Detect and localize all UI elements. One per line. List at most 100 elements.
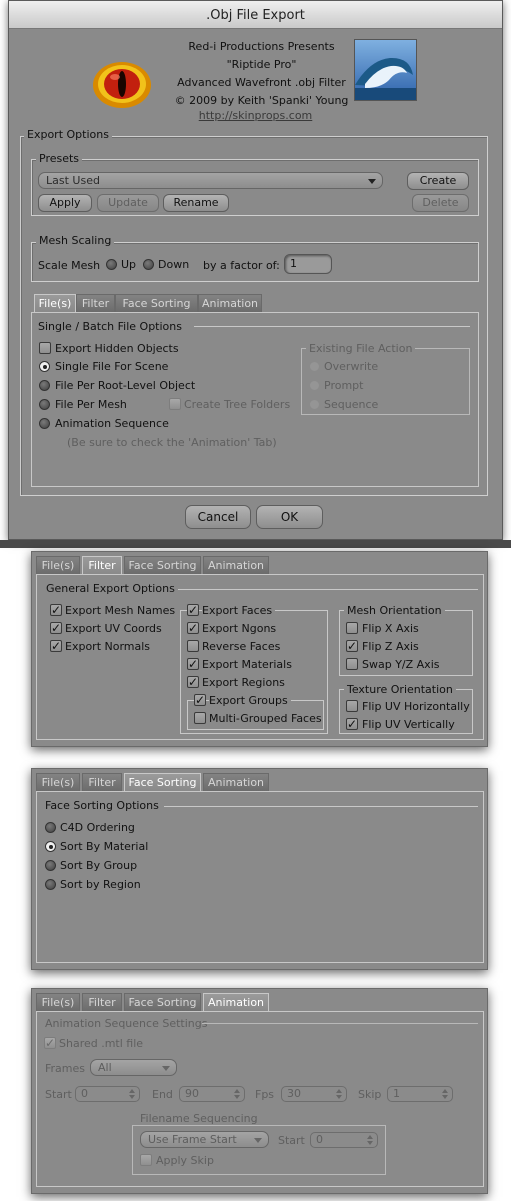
chevron-down-icon <box>162 1066 170 1071</box>
export-hidden-checkbox[interactable] <box>39 342 51 354</box>
delete-preset-button[interactable]: Delete <box>412 194 469 212</box>
export-ngons-checkbox[interactable]: ✓ <box>187 622 199 634</box>
scale-factor-input[interactable]: 1 <box>284 254 332 274</box>
end-input[interactable]: 90 <box>179 1086 245 1102</box>
skip-input[interactable]: 1 <box>387 1086 453 1102</box>
presets-title: Presets <box>36 153 83 165</box>
tab-face-sorting[interactable]: Face Sorting <box>124 556 201 574</box>
swap-yz-label: Swap Y/Z Axis <box>362 658 440 671</box>
tab-animation[interactable]: Animation <box>203 993 269 1011</box>
frames-select[interactable]: All <box>90 1059 177 1076</box>
export-faces-label: Export Faces <box>202 604 276 617</box>
face-sorting-tab-panel: File(s) Filter Face Sorting Animation Fa… <box>31 768 488 970</box>
file-per-root-label: File Per Root-Level Object <box>55 379 196 392</box>
filename-start-input[interactable]: 0 <box>310 1132 378 1148</box>
sort-region-radio[interactable] <box>45 879 56 890</box>
single-batch-title: Single / Batch File Options <box>38 320 182 333</box>
export-uv-coords-checkbox[interactable]: ✓ <box>50 622 62 634</box>
flip-uv-h-label: Flip UV Horizontally <box>362 700 470 713</box>
tab-face-sorting[interactable]: Face Sorting <box>115 294 198 312</box>
create-tree-label: Create Tree Folders <box>184 398 291 411</box>
file-per-mesh-radio[interactable] <box>39 399 50 410</box>
file-per-mesh-label: File Per Mesh <box>55 398 127 411</box>
sort-region-label: Sort by Region <box>60 878 141 891</box>
tab-filter[interactable]: Filter <box>82 993 122 1011</box>
flip-z-checkbox[interactable]: ✓ <box>346 640 358 652</box>
sort-material-label: Sort By Material <box>60 840 149 853</box>
tab-filter[interactable]: Filter <box>82 773 122 791</box>
export-mesh-names-checkbox[interactable]: ✓ <box>50 604 62 616</box>
spin-up-icon <box>367 1135 373 1139</box>
face-sorting-rule <box>164 806 478 807</box>
sort-group-radio[interactable] <box>45 860 56 871</box>
multi-grouped-checkbox[interactable] <box>194 712 206 724</box>
window-title: .Obj File Export <box>9 1 502 29</box>
c4d-ordering-label: C4D Ordering <box>60 821 135 834</box>
scale-down-label: Down <box>158 258 190 271</box>
apply-skip-label: Apply Skip <box>156 1154 214 1167</box>
rename-preset-button[interactable]: Rename <box>163 194 229 212</box>
tab-animation[interactable]: Animation <box>203 556 269 574</box>
apply-skip-checkbox[interactable] <box>140 1154 152 1166</box>
export-normals-checkbox[interactable]: ✓ <box>50 640 62 652</box>
tab-filter[interactable]: Filter <box>76 294 115 312</box>
tab-files[interactable]: File(s) <box>34 294 76 312</box>
sequence-label: Sequence <box>324 398 379 411</box>
flip-z-label: Flip Z Axis <box>362 640 419 653</box>
spin-up-icon <box>234 1089 240 1093</box>
start-label: Start <box>45 1088 72 1101</box>
website-link[interactable]: http://skinprops.com <box>199 109 313 122</box>
update-preset-button[interactable]: Update <box>97 194 159 212</box>
factor-label: by a factor of: <box>203 259 280 272</box>
export-faces-checkbox[interactable]: ✓ <box>187 604 199 616</box>
prompt-label: Prompt <box>324 379 364 392</box>
tab-animation[interactable]: Animation <box>198 294 262 312</box>
mesh-orientation-title: Mesh Orientation <box>344 604 445 617</box>
fps-label: Fps <box>255 1088 275 1101</box>
create-tree-checkbox[interactable] <box>169 398 181 410</box>
swap-yz-checkbox[interactable] <box>346 658 358 670</box>
sort-material-radio[interactable] <box>45 841 56 852</box>
tab-face-sorting[interactable]: Face Sorting <box>124 773 201 791</box>
export-hidden-label: Export Hidden Objects <box>55 342 179 355</box>
create-preset-button[interactable]: Create <box>407 172 469 190</box>
cancel-button[interactable]: Cancel <box>185 505 251 529</box>
sequence-radio[interactable] <box>309 399 320 410</box>
export-materials-checkbox[interactable]: ✓ <box>187 658 199 670</box>
fps-input[interactable]: 30 <box>281 1086 347 1102</box>
export-groups-label: Export Groups <box>209 694 291 707</box>
export-groups-checkbox[interactable]: ✓ <box>194 694 206 706</box>
flip-uv-h-checkbox[interactable] <box>346 700 358 712</box>
single-file-radio[interactable] <box>39 361 50 372</box>
apply-preset-button[interactable]: Apply <box>38 194 92 212</box>
export-mesh-names-label: Export Mesh Names <box>65 604 176 617</box>
tab-files[interactable]: File(s) <box>36 773 80 791</box>
start-input[interactable]: 0 <box>75 1086 140 1102</box>
filename-seq-select[interactable]: Use Frame Start <box>140 1131 269 1148</box>
animation-sequence-label: Animation Sequence <box>55 417 169 430</box>
shared-mtl-checkbox[interactable]: ✓ <box>44 1037 56 1049</box>
scale-mesh-label: Scale Mesh <box>38 259 101 272</box>
scale-down-radio[interactable] <box>143 259 154 270</box>
end-label: End <box>152 1088 173 1101</box>
tab-animation[interactable]: Animation <box>203 773 269 791</box>
scale-up-radio[interactable] <box>106 259 117 270</box>
reverse-faces-checkbox[interactable] <box>187 640 199 652</box>
overwrite-radio[interactable] <box>309 361 320 372</box>
tab-files[interactable]: File(s) <box>36 993 80 1011</box>
flip-uv-v-label: Flip UV Vertically <box>362 718 455 731</box>
tab-face-sorting[interactable]: Face Sorting <box>124 993 201 1011</box>
flip-x-checkbox[interactable] <box>346 622 358 634</box>
file-per-root-radio[interactable] <box>39 380 50 391</box>
tab-filter[interactable]: Filter <box>82 556 122 574</box>
tab-bar: File(s) Filter Face Sorting Animation <box>31 294 479 312</box>
c4d-ordering-radio[interactable] <box>45 822 56 833</box>
animation-sequence-radio[interactable] <box>39 418 50 429</box>
export-regions-checkbox[interactable]: ✓ <box>187 676 199 688</box>
preset-select[interactable]: Last Used <box>38 172 383 189</box>
flip-uv-v-checkbox[interactable]: ✓ <box>346 718 358 730</box>
prompt-radio[interactable] <box>309 380 320 391</box>
chevron-down-icon <box>368 179 376 184</box>
ok-button[interactable]: OK <box>256 505 323 529</box>
tab-files[interactable]: File(s) <box>36 556 80 574</box>
